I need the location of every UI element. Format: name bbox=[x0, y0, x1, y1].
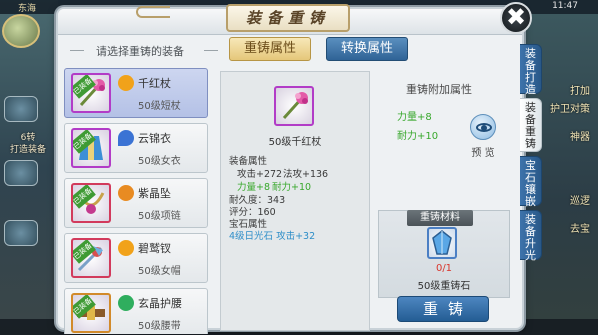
left-menu-button[interactable] bbox=[4, 96, 38, 122]
side-tab-upgrade-label: 装备升光 bbox=[525, 213, 536, 262]
side-tab-forge[interactable]: 装备打造 bbox=[520, 44, 542, 96]
bell-type-icon bbox=[118, 185, 134, 201]
item-name: 玄晶护腰 bbox=[138, 297, 182, 310]
clock: 11:47 bbox=[552, 1, 578, 11]
side-tab-recast-label: 装备重铸 bbox=[525, 101, 536, 150]
preview-button[interactable] bbox=[470, 114, 496, 140]
item-name: 碧鹫钗 bbox=[138, 242, 171, 255]
title-ornament-left bbox=[136, 6, 170, 18]
side-tab-recast[interactable]: 装备重铸 bbox=[520, 98, 542, 152]
staff-icon: 已装备 bbox=[71, 73, 111, 113]
right-hud-label-2: 护卫对策 bbox=[550, 104, 590, 115]
robe-icon: 已装备 bbox=[71, 128, 111, 168]
dialog-title: 装备重铸 bbox=[226, 4, 350, 32]
equipment-item-staff[interactable]: 已装备 千红杖 50级短杖 bbox=[64, 68, 208, 118]
recast-button[interactable]: 重铸 bbox=[397, 296, 489, 322]
equipment-item-hairpin[interactable]: 已装备 碧鹫钗 50级女帽 bbox=[64, 233, 208, 283]
side-tab-gem-label: 宝石镶嵌 bbox=[525, 159, 536, 208]
tab-convert-attributes[interactable]: 转换属性 bbox=[326, 37, 408, 61]
item-desc: 50级项链 bbox=[138, 211, 181, 222]
moon-type-icon bbox=[118, 130, 134, 146]
item-desc: 50级女衣 bbox=[138, 156, 181, 167]
gem-type-icon bbox=[118, 295, 134, 311]
selected-staff-icon bbox=[274, 86, 314, 126]
side-tab-upgrade[interactable]: 装备升光 bbox=[520, 210, 542, 262]
gem-stat: 4级日光石 攻击+32 bbox=[229, 231, 316, 242]
list-hint: 请选择重铸的装备 bbox=[96, 45, 184, 58]
attack-stat: 攻击+272 bbox=[237, 169, 283, 180]
magic-attack-stat: 法攻+136 bbox=[283, 169, 329, 180]
belt-icon: 已装备 bbox=[71, 293, 111, 333]
right-hud-label-4: 巡逻 bbox=[570, 196, 590, 207]
equipment-item-robe[interactable]: 已装备 云锦衣 50级女衣 bbox=[64, 123, 208, 173]
item-name: 千红杖 bbox=[138, 77, 171, 90]
attr-section-title: 装备属性 bbox=[229, 156, 268, 167]
hint-divider-right bbox=[204, 50, 218, 51]
eye-pupil bbox=[481, 125, 487, 131]
left-menu-label-2: 打造装备 bbox=[9, 145, 46, 155]
bell-type-icon bbox=[118, 240, 134, 256]
extra-attributes-title: 重铸附加属性 bbox=[406, 83, 472, 96]
close-button[interactable]: ✖ bbox=[500, 2, 532, 34]
item-name: 云锦衣 bbox=[138, 132, 171, 145]
material-name: 50级重铸石 bbox=[417, 281, 471, 292]
equipment-item-necklace[interactable]: 已装备 紫晶坠 50级项链 bbox=[64, 178, 208, 228]
extra-endurance-stat: 耐力+10 bbox=[397, 131, 439, 142]
selected-item-name: 50级千红杖 bbox=[268, 137, 322, 148]
material-title: 重铸材料 bbox=[407, 210, 473, 226]
equipment-list[interactable]: 已装备 千红杖 50级短杖 已装备 云锦衣 50级女衣 已装备 紫晶坠 50级项… bbox=[64, 68, 210, 334]
item-name: 紫晶坠 bbox=[138, 187, 171, 200]
material-count: 0/1 bbox=[435, 263, 453, 274]
map-name: 东海 bbox=[18, 4, 37, 14]
left-menu-button-3[interactable] bbox=[4, 220, 38, 246]
player-avatar[interactable] bbox=[2, 14, 40, 48]
item-desc: 50级女帽 bbox=[138, 266, 181, 277]
hairpin-icon: 已装备 bbox=[71, 238, 111, 278]
weapon-type-icon bbox=[118, 75, 134, 91]
side-tab-forge-label: 装备打造 bbox=[525, 47, 536, 96]
recast-stone-icon[interactable] bbox=[427, 227, 457, 259]
right-hud-label-5: 去宝 bbox=[570, 224, 590, 235]
extra-power-stat: 力量+8 bbox=[397, 112, 432, 123]
necklace-icon: 已装备 bbox=[71, 183, 111, 223]
preview-label: 预 览 bbox=[471, 148, 495, 159]
right-hud-label-3: 神器 bbox=[570, 132, 590, 143]
item-desc: 50级短杖 bbox=[138, 101, 181, 112]
tab-recast-attributes[interactable]: 重铸属性 bbox=[229, 37, 311, 61]
equipment-item-belt[interactable]: 已装备 玄晶护腰 50级腰带 bbox=[64, 288, 208, 334]
right-hud-label-1: 打加 bbox=[570, 86, 590, 97]
left-menu-button-2[interactable] bbox=[4, 160, 38, 186]
side-tab-gem-inlay[interactable]: 宝石镶嵌 bbox=[520, 156, 542, 208]
item-desc: 50级腰带 bbox=[138, 321, 181, 332]
endurance-stat: 耐力+10 bbox=[272, 182, 312, 193]
power-stat: 力量+8 bbox=[237, 182, 271, 193]
